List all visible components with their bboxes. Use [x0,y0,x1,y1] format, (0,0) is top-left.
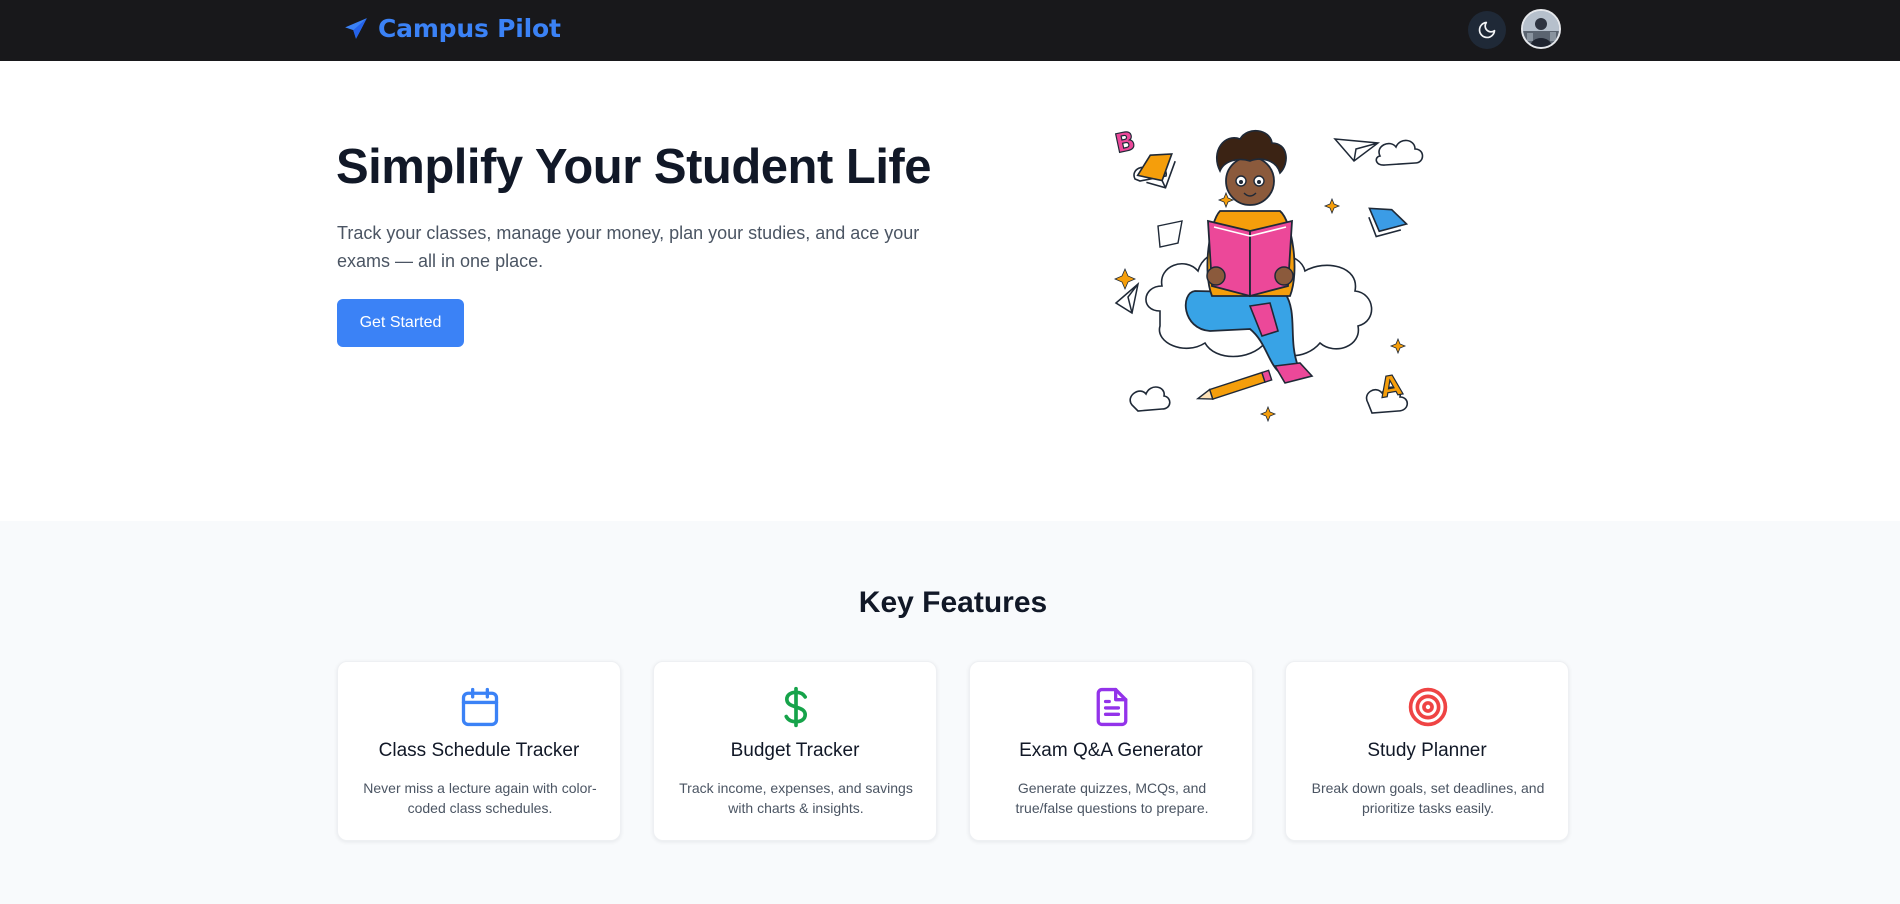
svg-text:B: B [1113,126,1139,159]
feature-card-study-planner[interactable]: Study Planner Break down goals, set dead… [1285,661,1569,841]
feature-card-class-schedule[interactable]: Class Schedule Tracker Never miss a lect… [337,661,621,841]
feature-description: Never miss a lecture again with color-co… [363,780,597,816]
feature-description: Generate quizzes, MCQs, and true/false q… [1015,780,1209,816]
top-navbar: Campus Pilot [0,0,1900,61]
svg-text:A: A [1377,368,1404,404]
feature-title: Budget Tracker [730,740,860,761]
dollar-icon [784,686,807,728]
features-title: Key Features [858,586,1048,619]
user-avatar[interactable] [1521,9,1561,49]
brand-name: Campus Pilot [378,14,561,43]
feature-title: Study Planner [1367,740,1487,761]
avatar-photo [1523,11,1559,47]
get-started-button[interactable]: Get Started [337,299,464,347]
hero-subtitle: Track your classes, manage your money, p… [337,223,920,271]
paper-plane-icon [345,17,367,39]
brand-link[interactable]: Campus Pilot [343,14,561,43]
hero-title: Simplify Your Student Life [336,140,932,194]
hero-section: Simplify Your Student Life Track your cl… [0,61,1900,521]
calendar-icon [461,687,499,727]
feature-description: Break down goals, set deadlines, and pri… [1311,780,1545,816]
theme-toggle-button[interactable] [1468,11,1506,49]
feature-title: Class Schedule Tracker [378,740,580,761]
features-section: Key Features Class Schedule Tracker Neve… [0,521,1900,904]
student-reading-illustration: B A [1112,126,1424,423]
feature-description: Track income, expenses, and savings with… [679,780,913,816]
feature-card-budget[interactable]: Budget Tracker Track income, expenses, a… [653,661,937,841]
feature-title: Exam Q&A Generator [1019,740,1203,761]
document-icon [1096,687,1128,727]
feature-card-exam-generator[interactable]: Exam Q&A Generator Generate quizzes, MCQ… [969,661,1253,841]
moon-icon [1478,21,1496,39]
target-icon [1408,687,1448,727]
